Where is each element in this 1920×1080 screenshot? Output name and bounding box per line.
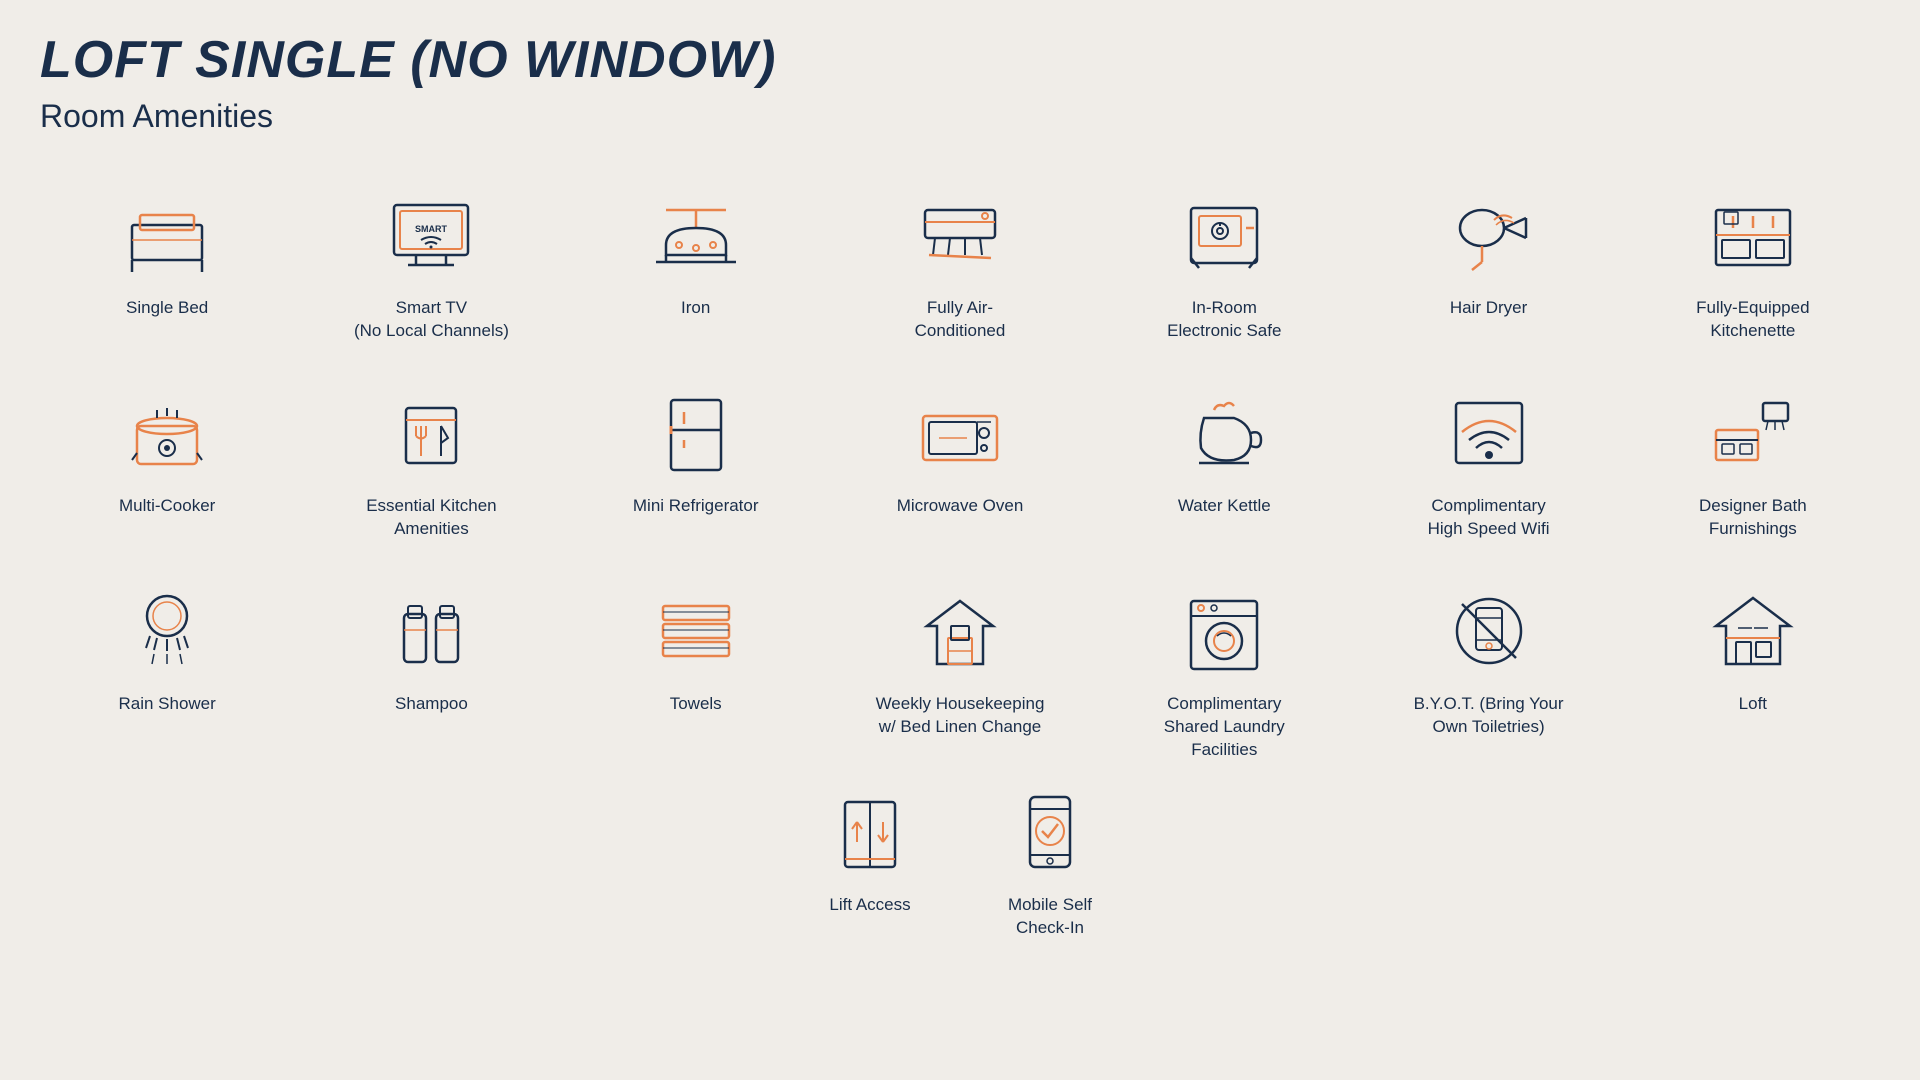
amenity-kitchen-amenities: Essential KitchenAmenities: [304, 373, 558, 551]
amenity-microwave: Microwave Oven: [833, 373, 1087, 551]
mini-fridge-label: Mini Refrigerator: [633, 495, 759, 518]
amenity-single-bed: Single Bed: [40, 175, 294, 353]
designer-bath-icon: [1693, 383, 1813, 483]
byot-icon: [1429, 581, 1549, 681]
amenity-iron: Iron: [569, 175, 823, 353]
kitchenette-icon: [1693, 185, 1813, 285]
byot-label: B.Y.O.T. (Bring YourOwn Toiletries): [1414, 693, 1564, 739]
loft-label: Loft: [1739, 693, 1767, 716]
amenity-rain-shower: Rain Shower: [40, 571, 294, 772]
amenity-housekeeping: Weekly Housekeepingw/ Bed Linen Change: [833, 571, 1087, 772]
amenity-lift: Lift Access: [810, 782, 930, 940]
water-kettle-label: Water Kettle: [1178, 495, 1271, 518]
water-kettle-icon: [1164, 383, 1284, 483]
multi-cooker-label: Multi-Cooker: [119, 495, 215, 518]
housekeeping-icon: [900, 581, 1020, 681]
rain-shower-label: Rain Shower: [118, 693, 215, 716]
amenity-towels: Towels: [569, 571, 823, 772]
wifi-label: ComplimentaryHigh Speed Wifi: [1428, 495, 1550, 541]
amenity-shampoo: Shampoo: [304, 571, 558, 772]
amenity-hair-dryer: Hair Dryer: [1361, 175, 1615, 353]
page-title: LOFT SINGLE (NO WINDOW): [40, 30, 1880, 90]
lift-label: Lift Access: [829, 894, 910, 917]
section-subtitle: Room Amenities: [40, 98, 1880, 135]
shampoo-label: Shampoo: [395, 693, 468, 716]
loft-icon: [1693, 581, 1813, 681]
laundry-label: ComplimentaryShared LaundryFacilities: [1164, 693, 1285, 762]
towels-icon: [636, 581, 756, 681]
svg-text:SMART: SMART: [415, 224, 447, 234]
single-bed-label: Single Bed: [126, 297, 208, 320]
hair-dryer-label: Hair Dryer: [1450, 297, 1527, 320]
amenity-designer-bath: Designer BathFurnishings: [1626, 373, 1880, 551]
housekeeping-label: Weekly Housekeepingw/ Bed Linen Change: [876, 693, 1045, 739]
smart-tv-label: Smart TV(No Local Channels): [354, 297, 509, 343]
designer-bath-label: Designer BathFurnishings: [1699, 495, 1807, 541]
lift-icon: [810, 782, 930, 882]
hair-dryer-icon: [1429, 185, 1549, 285]
bottom-amenities-row: Lift Access Mobile SelfCheck-In: [40, 782, 1880, 940]
amenity-kitchenette: Fully-EquippedKitchenette: [1626, 175, 1880, 353]
microwave-icon: [900, 383, 1020, 483]
amenity-laundry: ComplimentaryShared LaundryFacilities: [1097, 571, 1351, 772]
amenity-loft: Loft: [1626, 571, 1880, 772]
rain-shower-icon: [107, 581, 227, 681]
iron-icon: [636, 185, 756, 285]
kitchen-amenities-icon: [371, 383, 491, 483]
shampoo-icon: [371, 581, 491, 681]
multi-cooker-icon: [107, 383, 227, 483]
towels-label: Towels: [670, 693, 722, 716]
amenity-wifi: ComplimentaryHigh Speed Wifi: [1361, 373, 1615, 551]
amenity-air-conditioned: Fully Air-Conditioned: [833, 175, 1087, 353]
electronic-safe-label: In-RoomElectronic Safe: [1167, 297, 1281, 343]
amenities-grid: Single Bed SMART Smart TV(No Local Chann…: [40, 175, 1880, 772]
air-conditioned-label: Fully Air-Conditioned: [915, 297, 1006, 343]
amenity-mobile-checkin: Mobile SelfCheck-In: [990, 782, 1110, 940]
amenity-mini-fridge: Mini Refrigerator: [569, 373, 823, 551]
wifi-icon: [1429, 383, 1549, 483]
kitchen-amenities-label: Essential KitchenAmenities: [366, 495, 496, 541]
electronic-safe-icon: [1164, 185, 1284, 285]
smart-tv-icon: SMART: [371, 185, 491, 285]
microwave-label: Microwave Oven: [897, 495, 1024, 518]
air-conditioned-icon: [900, 185, 1020, 285]
mobile-checkin-icon: [990, 782, 1110, 882]
mobile-checkin-label: Mobile SelfCheck-In: [1008, 894, 1092, 940]
single-bed-icon: [107, 185, 227, 285]
kitchenette-label: Fully-EquippedKitchenette: [1696, 297, 1809, 343]
iron-label: Iron: [681, 297, 710, 320]
mini-fridge-icon: [636, 383, 756, 483]
amenity-multi-cooker: Multi-Cooker: [40, 373, 294, 551]
amenity-byot: B.Y.O.T. (Bring YourOwn Toiletries): [1361, 571, 1615, 772]
amenity-water-kettle: Water Kettle: [1097, 373, 1351, 551]
amenity-smart-tv: SMART Smart TV(No Local Channels): [304, 175, 558, 353]
laundry-icon: [1164, 581, 1284, 681]
amenity-electronic-safe: In-RoomElectronic Safe: [1097, 175, 1351, 353]
